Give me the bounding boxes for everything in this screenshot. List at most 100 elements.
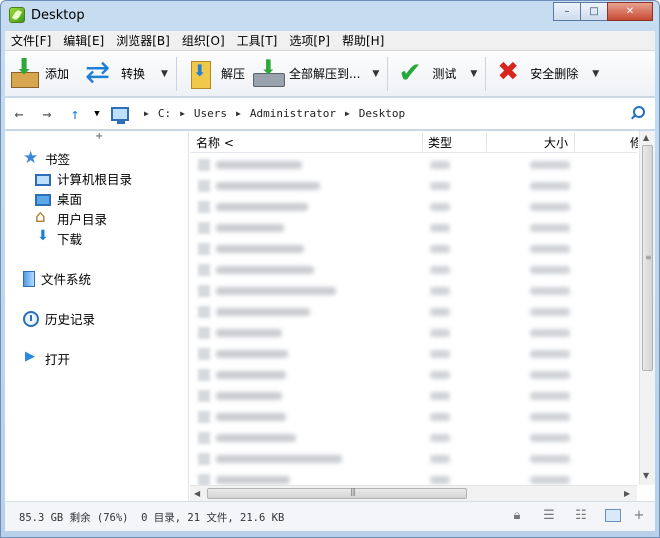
forward-arrow-icon[interactable]: → [33, 105, 61, 123]
up-arrow-icon[interactable]: ↑ [61, 105, 89, 123]
convert-button[interactable]: 转换 ▼ [81, 54, 172, 94]
blurred-file-size [530, 392, 570, 400]
table-row[interactable] [190, 239, 637, 260]
table-row[interactable] [190, 449, 637, 470]
convert-label: 转换 [121, 67, 146, 81]
column-header-name[interactable]: 名称 < [196, 134, 234, 151]
menu-organize[interactable]: 组织[O] [182, 32, 225, 49]
column-divider[interactable] [574, 133, 575, 151]
scroll-down-arrow-icon[interactable]: ▼ [643, 471, 649, 480]
toolbar-separator [175, 56, 177, 91]
blurred-file-type [430, 392, 450, 400]
table-row[interactable] [190, 407, 637, 428]
sidebar-item-computer-root[interactable]: 计算机根目录 [35, 169, 132, 188]
convert-dropdown-icon[interactable]: ▼ [161, 69, 168, 79]
close-button[interactable]: ✕ [607, 2, 653, 21]
test-button[interactable]: 测试 ▼ [392, 54, 481, 94]
extract-button[interactable]: 解压 [181, 54, 249, 94]
thumbnail-view-icon[interactable] [605, 509, 621, 522]
table-row[interactable] [190, 281, 637, 302]
menu-browser[interactable]: 浏览器[B] [116, 32, 170, 49]
table-row[interactable] [190, 470, 637, 485]
back-arrow-icon[interactable]: ← [5, 105, 33, 123]
blurred-file-type [430, 329, 450, 337]
breadcrumb-arrow-icon[interactable]: ▶ [236, 109, 241, 118]
extract-all-button[interactable]: 全部解压到... ▼ [249, 54, 383, 94]
delete-x-icon [494, 57, 524, 89]
menu-file[interactable]: 文件[F] [11, 32, 51, 49]
table-row[interactable] [190, 428, 637, 449]
status-bar: 85.3 GB 剩余 (76%) 0 目录, 21 文件, 21.6 KB 🔒︎… [5, 501, 655, 531]
minimize-button[interactable]: – [553, 2, 581, 21]
add-icon[interactable]: + [631, 508, 647, 524]
sidebar-item-home[interactable]: 用户目录 [35, 207, 107, 228]
table-row[interactable] [190, 323, 637, 344]
computer-icon[interactable] [111, 106, 129, 124]
scroll-left-arrow-icon[interactable]: ◀ [194, 489, 200, 498]
play-arrow-icon [23, 349, 39, 367]
sidebar-item-filesystem[interactable]: 文件系统 [23, 269, 91, 288]
breadcrumb-drive[interactable]: C: [158, 107, 171, 120]
horizontal-scrollbar[interactable]: ◀ ||| ▶ [190, 485, 637, 501]
monitor-icon [35, 173, 51, 186]
breadcrumb-desktop[interactable]: Desktop [359, 107, 405, 120]
table-row[interactable] [190, 365, 637, 386]
test-dropdown-icon[interactable]: ▼ [470, 69, 477, 79]
filesystem-icon [23, 270, 35, 287]
scroll-up-arrow-icon[interactable]: ▲ [643, 133, 649, 142]
search-icon[interactable] [633, 106, 645, 118]
breadcrumb-arrow-icon[interactable]: ▶ [144, 109, 149, 118]
add-button[interactable]: 添加 [5, 54, 73, 94]
sidebar-item-bookmarks[interactable]: 书签 [23, 148, 70, 168]
breadcrumb-users[interactable]: Users [194, 107, 227, 120]
column-divider[interactable] [422, 133, 423, 151]
history-dropdown-icon[interactable]: ▼ [89, 109, 105, 119]
blurred-file-name [216, 308, 310, 316]
menu-help[interactable]: 帮助[H] [342, 32, 384, 49]
title-bar[interactable]: Desktop – □ ✕ [1, 1, 659, 31]
table-row[interactable] [190, 155, 637, 176]
list-view-icon[interactable]: ☷ [573, 508, 589, 524]
extract-all-dropdown-icon[interactable]: ▼ [372, 69, 379, 79]
column-divider[interactable] [486, 133, 487, 151]
breadcrumb-arrow-icon[interactable]: ▶ [180, 109, 185, 118]
vertical-scrollbar[interactable]: ▲ ≡ ▼ [639, 131, 655, 485]
file-icon [198, 159, 210, 171]
table-row[interactable] [190, 218, 637, 239]
extract-folder-icon [185, 59, 215, 89]
breadcrumb-administrator[interactable]: Administrator [250, 107, 336, 120]
blurred-file-type [430, 182, 450, 190]
file-icon [198, 411, 210, 423]
menu-edit[interactable]: 编辑[E] [63, 32, 104, 49]
column-header-size[interactable]: 大小 [544, 134, 568, 151]
breadcrumb-arrow-icon[interactable]: ▶ [345, 109, 350, 118]
details-view-icon[interactable]: ☰ [541, 508, 557, 524]
secure-delete-button[interactable]: 安全删除 ▼ [490, 54, 603, 94]
vertical-scroll-thumb[interactable]: ≡ [642, 145, 653, 371]
scroll-right-arrow-icon[interactable]: ▶ [624, 489, 630, 498]
column-header-type[interactable]: 类型 [428, 134, 452, 151]
sidebar-add-icon[interactable]: + [95, 131, 103, 142]
sidebar-item-desktop[interactable]: 桌面 [35, 189, 82, 208]
column-header-modified[interactable]: 修 [630, 134, 638, 151]
sidebar-item-history[interactable]: 历史记录 [23, 309, 95, 328]
table-row[interactable] [190, 197, 637, 218]
horizontal-scroll-thumb[interactable]: ||| [207, 487, 467, 499]
table-row[interactable] [190, 302, 637, 323]
blurred-file-type [430, 413, 450, 421]
maximize-button[interactable]: □ [580, 2, 608, 21]
blurred-file-type [430, 266, 450, 274]
menu-options[interactable]: 选项[P] [289, 32, 330, 49]
sidebar-item-label: 计算机根目录 [57, 172, 133, 187]
blurred-file-name [216, 329, 282, 337]
sidebar-item-open[interactable]: 打开 [23, 349, 70, 368]
delete-dropdown-icon[interactable]: ▼ [592, 69, 599, 79]
lock-icon[interactable]: 🔒︎ [509, 508, 525, 524]
table-row[interactable] [190, 260, 637, 281]
table-row[interactable] [190, 176, 637, 197]
checkmark-icon [396, 56, 426, 89]
menu-tools[interactable]: 工具[T] [237, 32, 278, 49]
table-row[interactable] [190, 386, 637, 407]
table-row[interactable] [190, 344, 637, 365]
sidebar-item-downloads[interactable]: 下载 [35, 228, 82, 248]
